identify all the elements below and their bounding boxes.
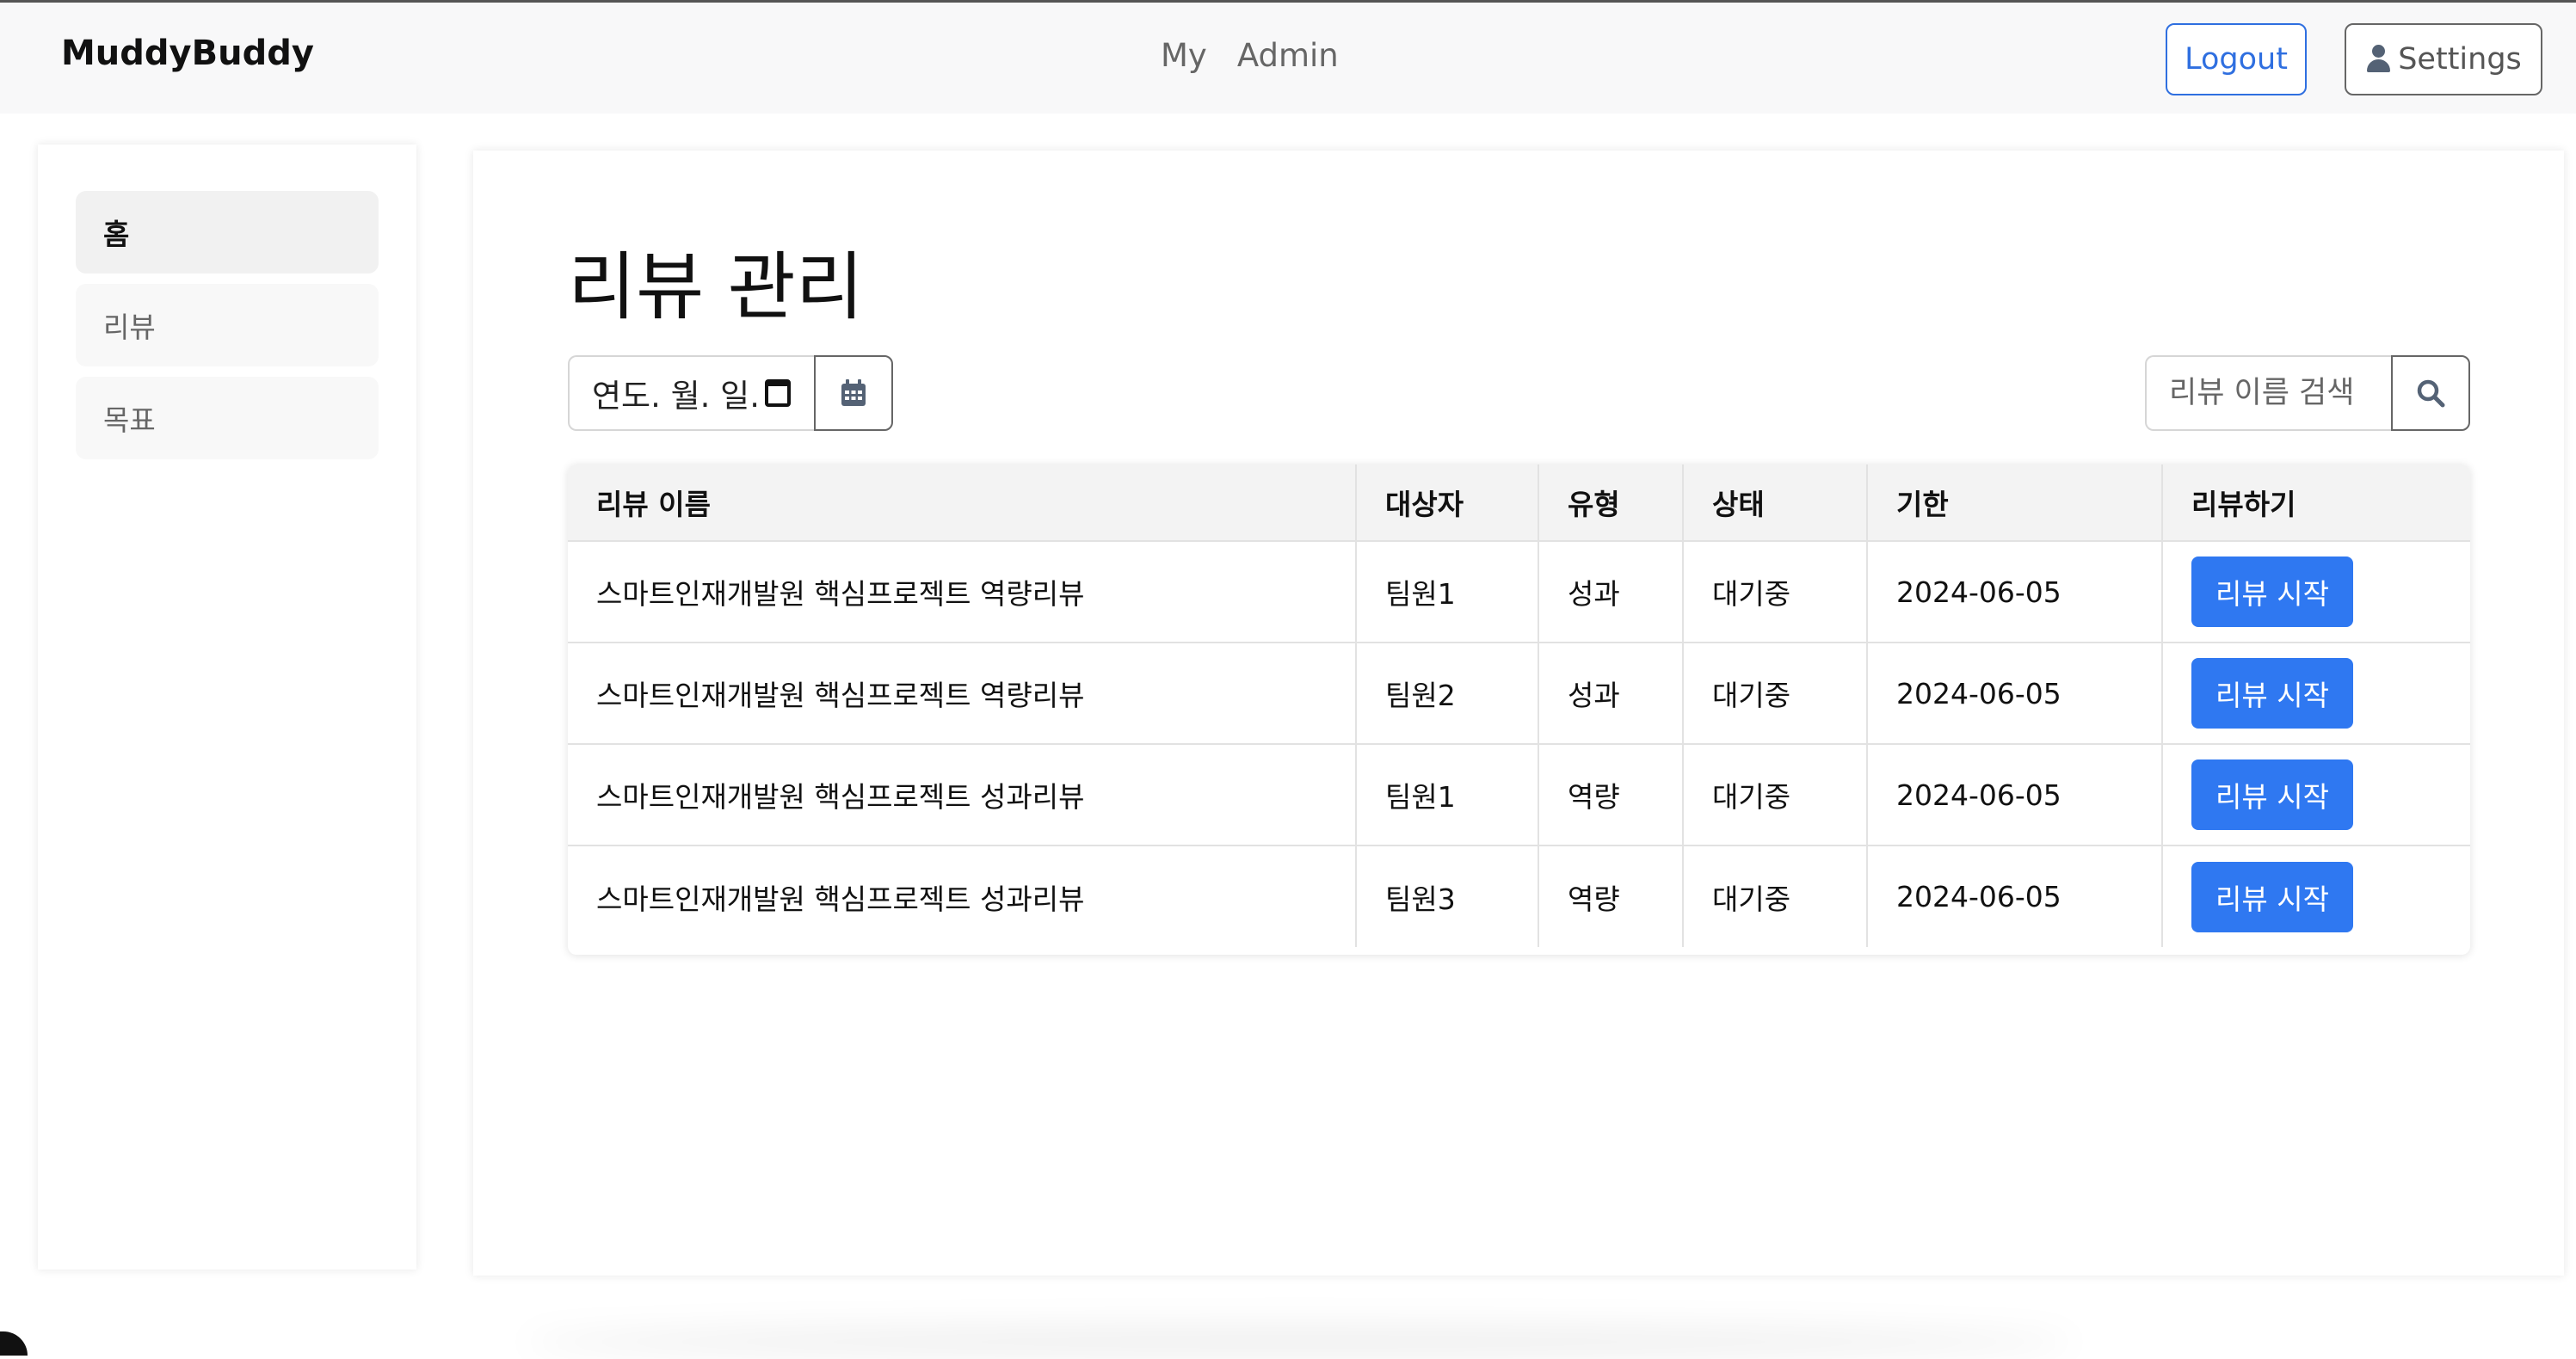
status-cell: 대기중 bbox=[1683, 541, 1868, 643]
table-header-row: 리뷰 이름 대상자 유형 상태 기한 리뷰하기 bbox=[568, 464, 2470, 542]
target-cell: 팀원3 bbox=[1356, 846, 1539, 947]
sidebar-item-home[interactable]: 홈 bbox=[76, 191, 379, 274]
sidebar-item-goals[interactable]: 목표 bbox=[76, 377, 379, 459]
type-cell: 성과 bbox=[1538, 643, 1684, 745]
review-name-cell: 스마트인재개발원 핵심프로젝트 역량리뷰 bbox=[568, 541, 1357, 643]
start-review-button[interactable]: 리뷰 시작 bbox=[2191, 759, 2353, 830]
col-header-target: 대상자 bbox=[1356, 464, 1539, 542]
action-cell: 리뷰 시작 bbox=[2162, 541, 2470, 643]
sidebar-item-label: 홈 bbox=[103, 218, 130, 251]
settings-label: Settings bbox=[2398, 42, 2522, 77]
top-nav: My Admin bbox=[1161, 37, 1339, 74]
table-row: 스마트인재개발원 핵심프로젝트 성과리뷰 팀원3 역량 대기중 2024-06-… bbox=[568, 846, 2470, 947]
nav-admin[interactable]: Admin bbox=[1237, 37, 1339, 74]
action-cell: 리뷰 시작 bbox=[2162, 846, 2470, 947]
col-header-status: 상태 bbox=[1683, 464, 1868, 542]
review-table: 리뷰 이름 대상자 유형 상태 기한 리뷰하기 스마트인재개발원 핵심프로젝트 … bbox=[568, 464, 2470, 955]
search-icon bbox=[2417, 379, 2445, 408]
review-name-cell: 스마트인재개발원 핵심프로젝트 역량리뷰 bbox=[568, 643, 1357, 745]
nav-my[interactable]: My bbox=[1161, 37, 1207, 74]
target-cell: 팀원2 bbox=[1356, 643, 1539, 745]
search-button[interactable] bbox=[2391, 355, 2470, 431]
table-row: 스마트인재개발원 핵심프로젝트 역량리뷰 팀원2 성과 대기중 2024-06-… bbox=[568, 643, 2470, 745]
col-header-type: 유형 bbox=[1538, 464, 1684, 542]
col-header-due: 기한 bbox=[1867, 464, 2163, 542]
due-cell: 2024-06-05 bbox=[1867, 846, 2163, 947]
action-cell: 리뷰 시작 bbox=[2162, 744, 2470, 846]
calendar-icon[interactable] bbox=[764, 379, 791, 407]
type-cell: 역량 bbox=[1538, 846, 1684, 947]
status-cell: 대기중 bbox=[1683, 744, 1868, 846]
sidebar-item-label: 목표 bbox=[103, 403, 156, 437]
window-corner bbox=[0, 1331, 28, 1356]
start-review-button[interactable]: 리뷰 시작 bbox=[2191, 557, 2353, 627]
top-navbar: MuddyBuddy My Admin Logout Settings bbox=[0, 0, 2576, 114]
settings-button[interactable]: Settings bbox=[2345, 23, 2542, 95]
due-cell: 2024-06-05 bbox=[1867, 643, 2163, 745]
target-cell: 팀원1 bbox=[1356, 541, 1539, 643]
status-cell: 대기중 bbox=[1683, 846, 1868, 947]
logout-label: Logout bbox=[2185, 42, 2288, 77]
start-review-button[interactable]: 리뷰 시작 bbox=[2191, 861, 2353, 932]
type-cell: 역량 bbox=[1538, 744, 1684, 846]
type-cell: 성과 bbox=[1538, 541, 1684, 643]
brand-logo[interactable]: MuddyBuddy bbox=[61, 34, 314, 73]
table-row: 스마트인재개발원 핵심프로젝트 역량리뷰 팀원1 성과 대기중 2024-06-… bbox=[568, 541, 2470, 643]
due-cell: 2024-06-05 bbox=[1867, 744, 2163, 846]
person-icon bbox=[2365, 45, 2391, 74]
calendar-icon bbox=[841, 379, 866, 406]
page-title: 리뷰 관리 bbox=[568, 244, 864, 330]
footer-shadow bbox=[525, 1325, 2074, 1359]
col-header-name: 리뷰 이름 bbox=[568, 464, 1357, 542]
due-cell: 2024-06-05 bbox=[1867, 541, 2163, 643]
status-cell: 대기중 bbox=[1683, 643, 1868, 745]
main-panel: 리뷰 관리 연도. 월. 일. 리뷰 이름 검색 리뷰 이름 대상자 유형 상태… bbox=[473, 151, 2564, 1276]
date-input-value: 연도. 월. 일. bbox=[592, 378, 760, 415]
action-cell: 리뷰 시작 bbox=[2162, 643, 2470, 745]
sidebar-item-label: 리뷰 bbox=[103, 311, 156, 344]
review-name-cell: 스마트인재개발원 핵심프로젝트 성과리뷰 bbox=[568, 744, 1357, 846]
col-header-action: 리뷰하기 bbox=[2162, 464, 2470, 542]
review-name-cell: 스마트인재개발원 핵심프로젝트 성과리뷰 bbox=[568, 846, 1357, 947]
target-cell: 팀원1 bbox=[1356, 744, 1539, 846]
search-input[interactable] bbox=[2145, 355, 2393, 431]
start-review-button[interactable]: 리뷰 시작 bbox=[2191, 658, 2353, 729]
table-row: 스마트인재개발원 핵심프로젝트 성과리뷰 팀원1 역량 대기중 2024-06-… bbox=[568, 744, 2470, 846]
calendar-button[interactable] bbox=[814, 355, 893, 431]
logout-button[interactable]: Logout bbox=[2166, 23, 2307, 95]
date-input[interactable]: 연도. 월. 일. bbox=[568, 355, 816, 431]
sidebar-item-review[interactable]: 리뷰 bbox=[76, 284, 379, 366]
sidebar: 홈 리뷰 목표 bbox=[38, 145, 416, 1270]
